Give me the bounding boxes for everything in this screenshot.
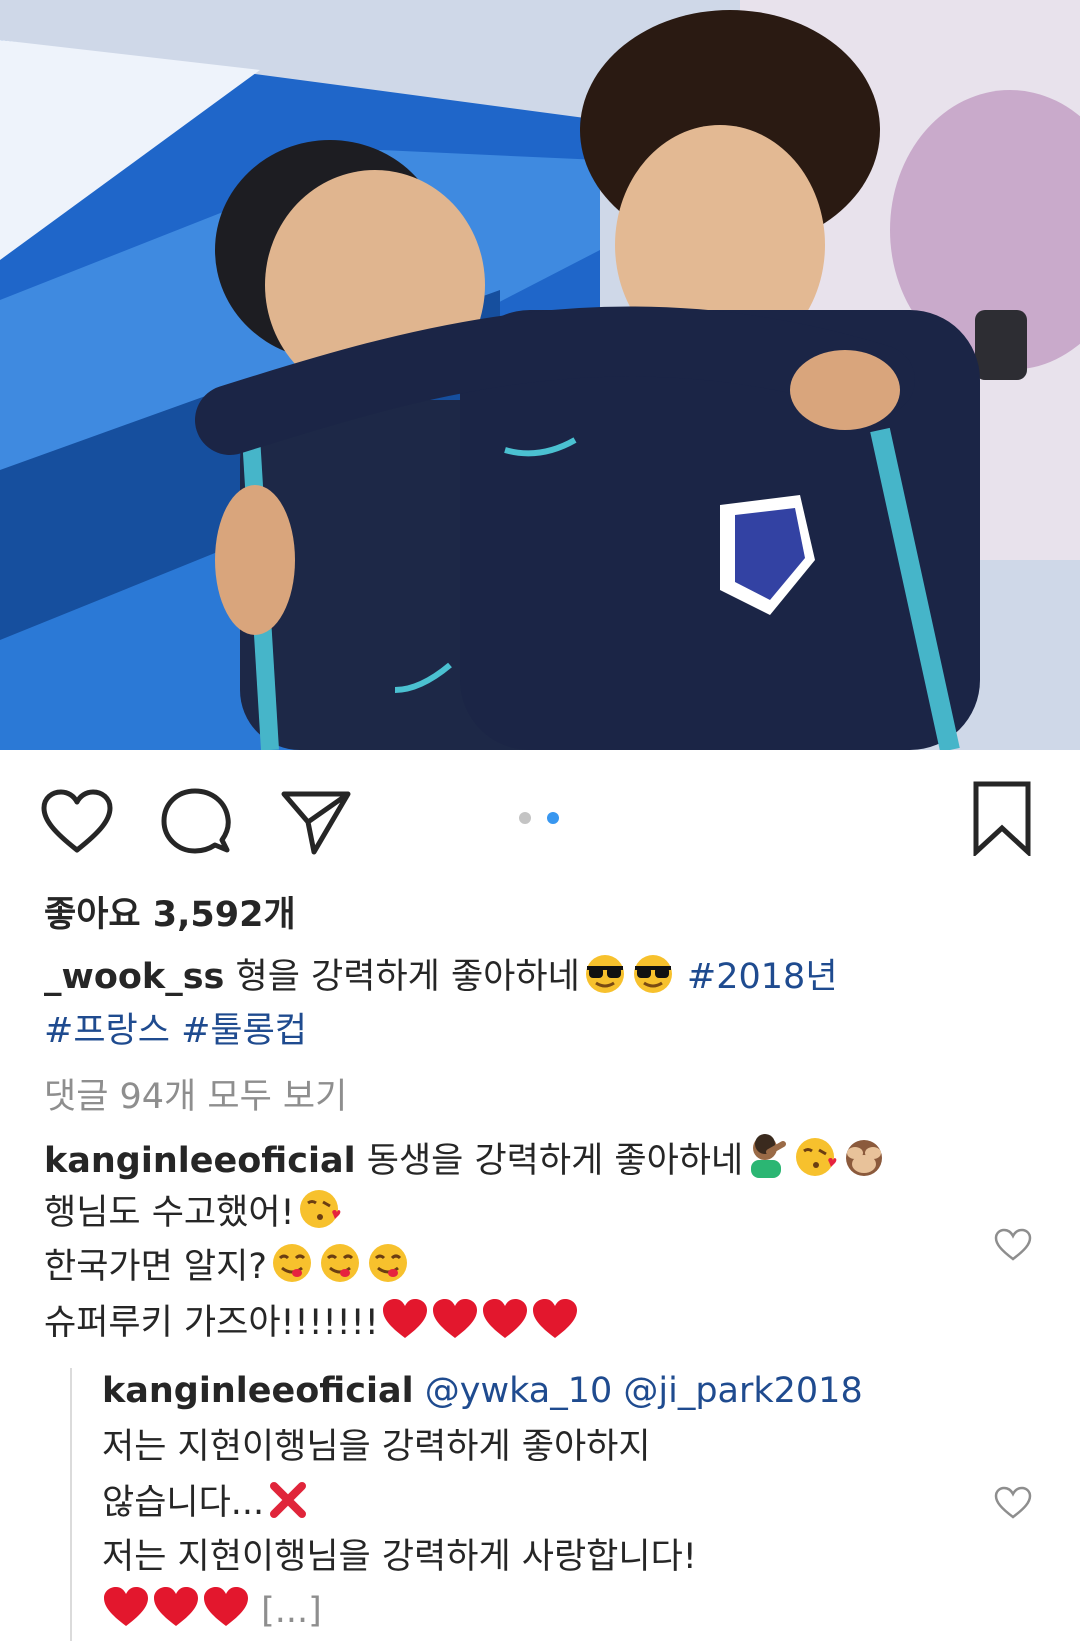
carousel-dot-active [547, 812, 559, 824]
comment-text: 행님도 수고했어! [44, 1193, 295, 1233]
carousel-dot [519, 812, 531, 824]
reply-heart-icon[interactable] [994, 1486, 1032, 1524]
carousel-indicator [0, 808, 1080, 828]
reply-text-line: 저는 지현이행님을 강력하게 좋아하지 [102, 1427, 651, 1467]
caption: _wook_ss 형을 강력하게 좋아하네 #2018년 [44, 950, 838, 1010]
reply-text-line: 저는 지현이행님을 강력하게 사랑합니다! [102, 1537, 697, 1577]
mention-link[interactable]: @ji_park2018 [623, 1371, 862, 1411]
comment-username[interactable]: kanginleeoficial [44, 1141, 356, 1181]
hashtag[interactable]: #툴롱컵 [181, 1011, 307, 1051]
yum-face-emoji-icon [269, 1242, 315, 1300]
photo-illustration [0, 0, 1080, 750]
hashtag[interactable]: #프랑스 [44, 1011, 170, 1051]
caption-username[interactable]: _wook_ss [44, 957, 224, 997]
more-link[interactable]: [...] [261, 1591, 322, 1631]
reply-text: 않습니다... [102, 1483, 265, 1523]
comment-line: 행님도 수고했어! [44, 1186, 343, 1246]
reply-header: kanginleeoficial @ywka_10 @ji_park2018 [102, 1364, 863, 1418]
post-photo[interactable] [0, 0, 1080, 750]
caption-text: 형을 강력하게 좋아하네 [235, 957, 580, 997]
reply-username[interactable]: kanginleeoficial [102, 1371, 414, 1411]
reply-thread-line [70, 1368, 72, 1641]
comment-line: 슈퍼루키 가즈아!!!!!!! [44, 1296, 579, 1356]
red-heart-emoji-icon [202, 1586, 250, 1644]
red-heart-emoji-icon [152, 1586, 200, 1644]
mention-link[interactable]: @ywka_10 [425, 1371, 612, 1411]
red-heart-emoji-icon [531, 1298, 579, 1356]
facepalm-emoji-icon [745, 1134, 791, 1194]
cross-mark-emoji-icon [266, 1480, 310, 1536]
see-no-evil-monkey-emoji-icon [841, 1136, 887, 1194]
comment-heart-icon[interactable] [994, 1228, 1032, 1266]
kissing-face-emoji-icon [297, 1188, 343, 1246]
caption-tags: #프랑스 #툴롱컵 [44, 1004, 307, 1058]
comment-text: 한국가면 알지? [44, 1247, 267, 1287]
view-all-comments-link[interactable]: 댓글 94개 모두 보기 [44, 1070, 347, 1124]
yum-face-emoji-icon [317, 1242, 363, 1300]
red-heart-emoji-icon [102, 1586, 150, 1644]
red-heart-emoji-icon [431, 1298, 479, 1356]
sunglasses-emoji-icon [582, 954, 628, 1010]
hashtag[interactable]: #2018년 [687, 957, 838, 997]
comment-text: 슈퍼루키 가즈아!!!!!!! [44, 1303, 379, 1343]
comment-line: 한국가면 알지? [44, 1240, 411, 1300]
red-heart-emoji-icon [481, 1298, 529, 1356]
reply-text-line: [...] [102, 1584, 322, 1644]
kissing-face-emoji-icon [793, 1136, 839, 1194]
sunglasses-emoji-icon [630, 954, 676, 1010]
comment-text: 동생을 강력하게 좋아하네 [366, 1141, 744, 1181]
likes-count[interactable]: 좋아요 3,592개 [44, 888, 296, 942]
comment-line: kanginleeoficial 동생을 강력하게 좋아하네 [44, 1134, 887, 1194]
reply-text-line: 않습니다... [102, 1476, 310, 1536]
red-heart-emoji-icon [381, 1298, 429, 1356]
yum-face-emoji-icon [365, 1242, 411, 1300]
